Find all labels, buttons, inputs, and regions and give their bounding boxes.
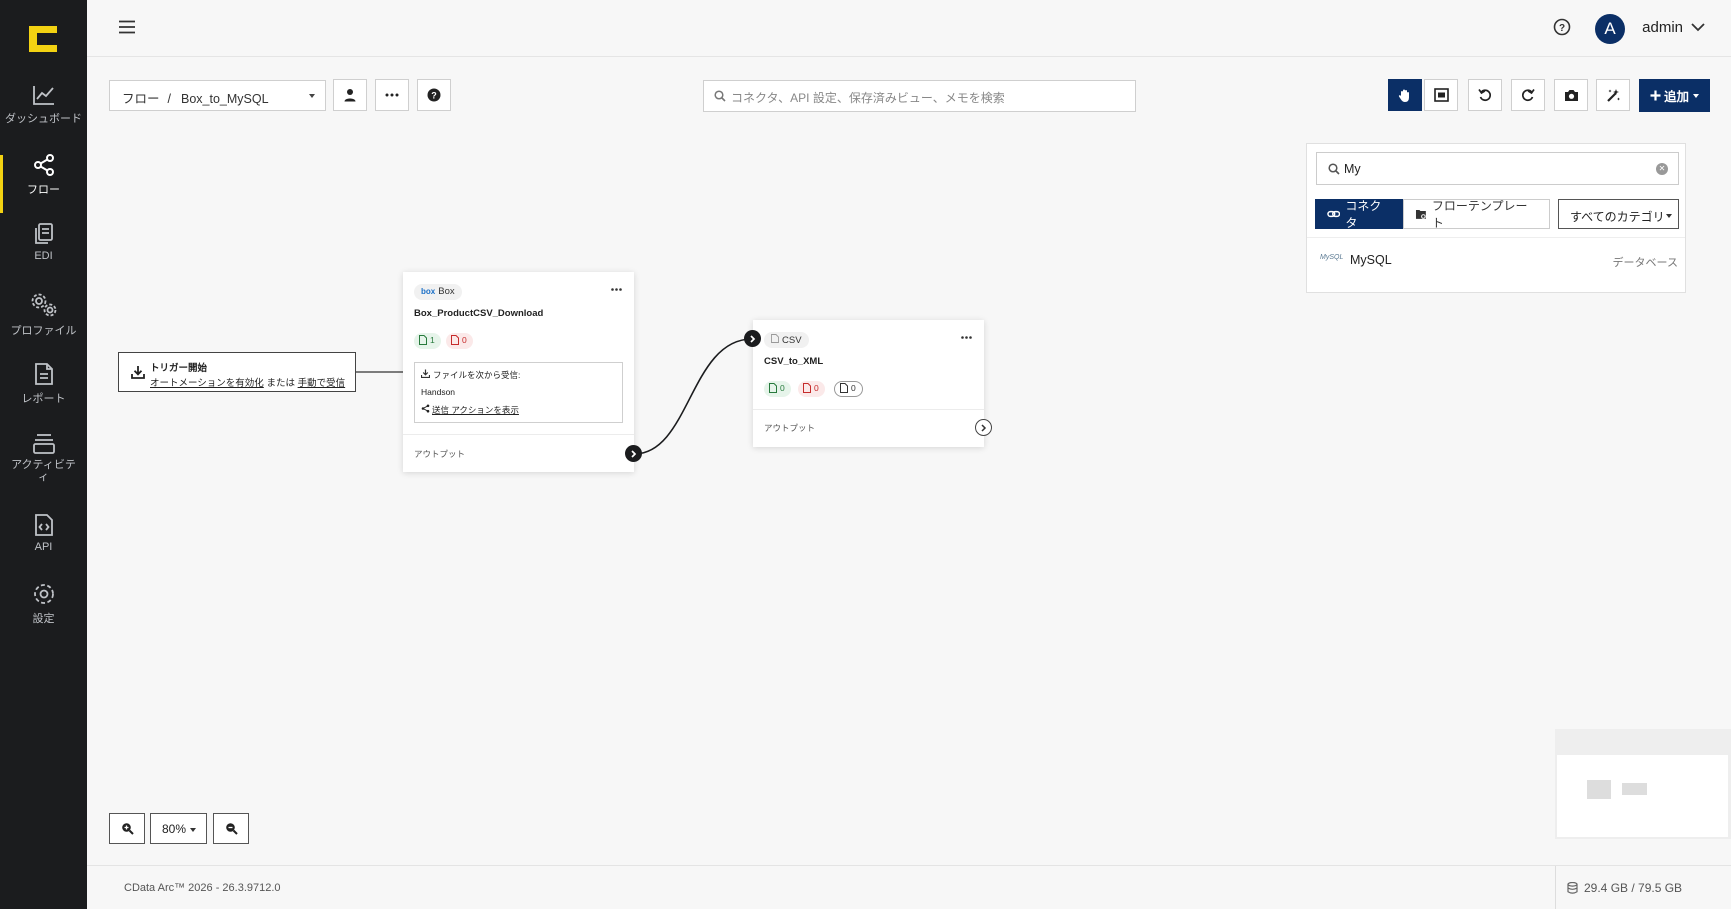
output-label: アウトプット	[414, 449, 466, 459]
zoom-out-icon	[225, 823, 238, 835]
chevron-right-icon	[750, 334, 756, 343]
node-details-box: ファイルを次から受信: Handson 送信 アクションを表示	[414, 362, 623, 423]
chevron-right-icon	[981, 423, 987, 432]
box-logo: box	[421, 287, 436, 296]
version-text: CData Arc™ 2026 - 26.3.9712.0	[124, 882, 281, 894]
input-port[interactable]	[744, 330, 761, 347]
success-count-badge[interactable]: 0	[764, 381, 791, 397]
connector-type-badge: box Box	[414, 284, 462, 300]
link-icon	[1327, 210, 1341, 218]
node-name: CSV_to_XML	[764, 356, 824, 367]
success-count-badge[interactable]: 1	[414, 333, 441, 349]
clear-search-icon[interactable]: ✕	[1656, 163, 1668, 175]
connector-type-badge: CSV	[764, 332, 809, 348]
chevron-right-icon	[631, 449, 637, 458]
connector-search-value: My	[1344, 162, 1361, 176]
trigger-start-node[interactable]: トリガー開始 オートメーションを有効化 または 手動で受信	[118, 352, 356, 392]
minimap-node	[1587, 780, 1611, 799]
connector-node-box[interactable]: box Box Box_ProductCSV_Download 1 0 ファイルを…	[403, 272, 642, 472]
mysql-logo: MySQL	[1320, 254, 1344, 261]
file-success-icon	[419, 335, 427, 345]
tab-connectors[interactable]: コネクタ	[1315, 199, 1403, 230]
share-icon	[421, 404, 430, 413]
download-icon	[131, 366, 145, 379]
database-icon	[1567, 882, 1578, 894]
connector-result-name: MySQL	[1350, 253, 1392, 267]
card-divider	[753, 409, 984, 410]
zoom-out-button[interactable]	[213, 813, 249, 844]
receive-label: ファイルを次から受信:	[433, 370, 521, 380]
zoom-level-select[interactable]: 80%	[150, 813, 207, 844]
output-port[interactable]	[975, 419, 992, 436]
receive-row: ファイルを次から受信:	[420, 369, 521, 381]
category-select[interactable]: すべてのカテゴリ	[1558, 199, 1679, 229]
flow-connections	[356, 338, 753, 455]
error-count-badge[interactable]: 0	[446, 333, 473, 349]
search-icon	[1328, 163, 1340, 175]
error-count-badge[interactable]: 0	[798, 381, 825, 397]
node-name: Box_ProductCSV_Download	[414, 308, 544, 319]
receive-source: Handson	[421, 387, 456, 397]
trigger-actions: オートメーションを有効化 または 手動で受信	[150, 375, 345, 389]
node-menu-icon[interactable]	[961, 336, 972, 339]
show-send-action-link[interactable]: 送信 アクションを表示	[432, 405, 519, 415]
footer: CData Arc™ 2026 - 26.3.9712.0 29.4 GB / …	[87, 865, 1731, 909]
file-error-icon	[803, 383, 811, 393]
tab-flow-templates[interactable]: フローテンプレート	[1403, 199, 1550, 230]
connector-result-category: データベース	[1612, 257, 1678, 269]
connector-type-label: Box	[438, 286, 455, 297]
csv-file-icon	[771, 334, 779, 343]
template-icon	[1415, 210, 1426, 219]
caret-down-icon	[1666, 214, 1672, 218]
file-pending-icon	[840, 383, 848, 393]
pending-count-badge[interactable]: 0	[834, 381, 863, 397]
download-icon	[420, 369, 431, 379]
card-divider	[403, 434, 634, 435]
minimap[interactable]	[1555, 729, 1731, 839]
caret-down-icon	[190, 828, 196, 832]
connector-node-csv[interactable]: CSV CSV_to_XML 0 0 0 アウトプット	[744, 320, 992, 447]
node-connection-wire	[633, 338, 753, 455]
output-label: アウトプット	[764, 423, 816, 433]
minimap-viewport[interactable]	[1557, 755, 1728, 837]
connector-search-panel: My ✕ コネクタ フローテンプレート すべてのカテゴリ MySQL MySQL…	[1306, 143, 1686, 293]
connector-search-input[interactable]: My ✕	[1316, 152, 1679, 185]
trigger-or-text: または	[266, 378, 295, 389]
file-success-icon	[769, 383, 777, 393]
connector-result-item[interactable]: MySQL MySQL データベース	[1316, 248, 1678, 276]
manual-receive-link[interactable]: 手動で受信	[298, 378, 346, 389]
send-action-row[interactable]: 送信 アクションを表示	[421, 404, 519, 416]
divider	[1307, 237, 1685, 238]
file-error-icon	[451, 335, 459, 345]
enable-automation-link[interactable]: オートメーションを有効化	[150, 378, 264, 389]
minimap-node	[1622, 783, 1647, 795]
zoom-in-icon	[121, 823, 134, 835]
output-port[interactable]	[625, 445, 642, 462]
zoom-in-button[interactable]	[109, 813, 145, 844]
node-menu-icon[interactable]	[611, 288, 622, 291]
disk-usage: 29.4 GB / 79.5 GB	[1567, 881, 1682, 895]
connector-type-label: CSV	[782, 335, 802, 346]
trigger-title: トリガー開始	[150, 363, 208, 374]
footer-divider	[1555, 866, 1556, 909]
